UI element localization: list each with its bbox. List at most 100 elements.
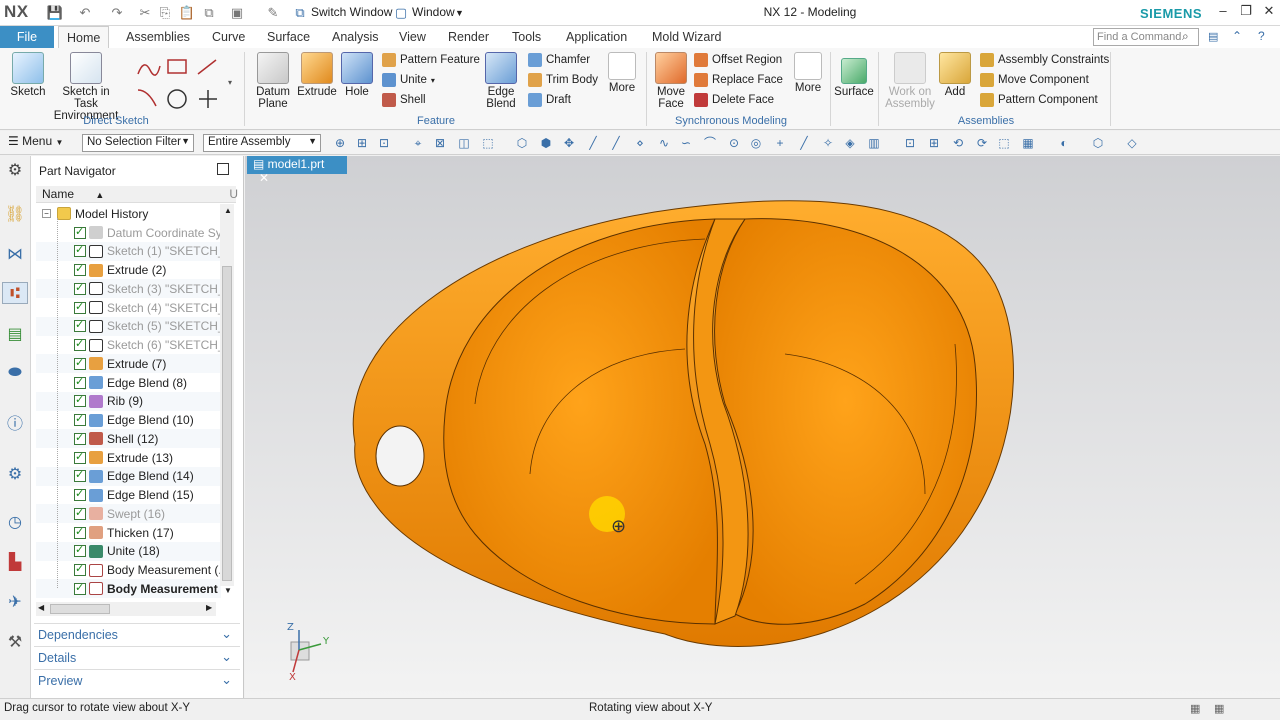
tree-item[interactable]: Extrude (7) bbox=[36, 354, 221, 374]
scroll-right-icon[interactable]: ▶ bbox=[206, 603, 212, 612]
menu-button[interactable]: ☰ Menu ▼ bbox=[8, 134, 63, 148]
touch-mode-icon[interactable]: ✎ bbox=[264, 4, 282, 22]
datum-plane-button[interactable]: Datum Plane bbox=[250, 48, 296, 110]
model-view[interactable]: ⊕ Z Y X bbox=[245, 174, 1280, 698]
solid-body-select-icon[interactable]: ⬢ bbox=[538, 135, 554, 151]
graphics-window[interactable]: ▤ model1.prt ✕ ⊕ Z Y X bbox=[245, 156, 1280, 698]
preview-panel[interactable]: Preview ⌄ bbox=[34, 669, 240, 691]
column-name[interactable]: Name bbox=[42, 187, 74, 201]
layer-icon[interactable]: ▥ bbox=[866, 135, 882, 151]
reuse-library-icon[interactable]: ▤ bbox=[4, 324, 26, 346]
history-icon[interactable]: ⚙ bbox=[4, 464, 26, 486]
visibility-checkbox[interactable] bbox=[74, 393, 86, 408]
tree-item[interactable]: Sketch (3) "SKETCH_0... bbox=[36, 279, 221, 299]
tree-item[interactable]: Sketch (6) "SKETCH_0... bbox=[36, 336, 221, 355]
feature-more-button[interactable]: More bbox=[604, 48, 640, 94]
show-hide-icon[interactable]: ◈ bbox=[842, 135, 858, 151]
work-layer-icon[interactable]: ◐ bbox=[1056, 135, 1072, 151]
hd3d-tools-icon[interactable]: ⬬ bbox=[4, 362, 26, 384]
details-panel[interactable]: Details ⌄ bbox=[34, 646, 240, 668]
selection-filter-dropdown[interactable]: No Selection Filter ▼ bbox=[82, 134, 194, 152]
assembly-navigator-icon[interactable]: ⛓ bbox=[4, 204, 26, 226]
offset-region-button[interactable]: Offset Region bbox=[694, 53, 782, 67]
cut-icon[interactable]: ✂ bbox=[136, 4, 154, 22]
pan-view-icon[interactable]: ⟳ bbox=[974, 135, 990, 151]
visibility-checkbox[interactable] bbox=[74, 525, 86, 539]
endpoint-icon[interactable]: ╱ bbox=[796, 135, 812, 151]
tree-item[interactable]: Sketch (5) "SKETCH_0... bbox=[36, 316, 221, 336]
tree-item[interactable]: Sketch (4) "SKETCH_0... bbox=[36, 298, 221, 317]
save-icon[interactable]: 💾 bbox=[46, 4, 64, 22]
tree-item[interactable]: Edge Blend (14) bbox=[36, 466, 221, 486]
curve-select-icon[interactable]: ╱ bbox=[585, 135, 601, 151]
collapse-icon[interactable]: − bbox=[42, 209, 51, 218]
tab-render[interactable]: Render bbox=[440, 26, 497, 48]
extrude-button[interactable]: Extrude bbox=[296, 48, 338, 98]
tab-curve[interactable]: Curve bbox=[204, 26, 253, 48]
unite-caret-icon[interactable]: ▾ bbox=[431, 76, 435, 85]
roles-icon[interactable]: ⚒ bbox=[4, 632, 26, 654]
assembly-constraints-button[interactable]: Assembly Constraints bbox=[980, 53, 1109, 67]
tree-item[interactable]: Extrude (2) bbox=[36, 261, 221, 280]
edge-blend-button[interactable]: Edge Blend bbox=[480, 48, 522, 110]
visibility-checkbox[interactable] bbox=[74, 450, 86, 464]
curve-gallery-scroll-icon[interactable]: ▾ bbox=[228, 78, 232, 87]
hole-button[interactable]: Hole bbox=[340, 48, 374, 98]
tab-home[interactable]: Home bbox=[58, 26, 110, 48]
visibility-checkbox[interactable] bbox=[74, 225, 86, 239]
tree-item[interactable]: Extrude (13) bbox=[36, 448, 221, 467]
trim-body-button[interactable]: Trim Body bbox=[528, 73, 598, 87]
redo-icon[interactable]: ↷ bbox=[108, 4, 126, 22]
scroll-up-icon[interactable]: ▲ bbox=[224, 206, 232, 215]
status-grid-icon[interactable]: ▦ bbox=[1190, 702, 1200, 715]
visibility-checkbox[interactable] bbox=[74, 431, 86, 445]
web-browser-icon[interactable]: ⓘ bbox=[4, 414, 26, 436]
tangent-icon[interactable]: ∽ bbox=[678, 135, 694, 151]
visibility-checkbox[interactable] bbox=[74, 356, 86, 370]
arc-center-icon[interactable]: ⌒ bbox=[702, 135, 718, 151]
move-face-button[interactable]: Move Face bbox=[652, 48, 690, 110]
clock-icon[interactable]: ◷ bbox=[4, 512, 26, 534]
window-menu[interactable]: Window bbox=[412, 5, 455, 19]
chamfer-button[interactable]: Chamfer bbox=[528, 53, 590, 67]
tab-file[interactable]: File bbox=[0, 26, 54, 48]
paste-icon[interactable]: 📋 bbox=[178, 4, 196, 22]
rotate-view-icon[interactable]: ⟲ bbox=[950, 135, 966, 151]
move-component-button[interactable]: Move Component bbox=[980, 73, 1089, 87]
status-layout-icon[interactable]: ▦ bbox=[1214, 702, 1224, 715]
visualization-icon[interactable]: ◇ bbox=[1124, 135, 1140, 151]
close-button[interactable]: ✕ bbox=[1258, 3, 1280, 21]
visibility-checkbox[interactable] bbox=[74, 543, 86, 558]
rendering-style-icon[interactable]: ▦ bbox=[1020, 135, 1036, 151]
tree-item[interactable]: Edge Blend (8) bbox=[36, 373, 221, 392]
tree-item[interactable]: Body Measurement (... bbox=[36, 561, 221, 580]
select-all-icon[interactable]: ⊞ bbox=[354, 135, 370, 151]
visibility-checkbox[interactable] bbox=[74, 487, 86, 501]
tab-tools[interactable]: Tools bbox=[504, 26, 549, 48]
visibility-checkbox[interactable] bbox=[74, 281, 86, 295]
selection-scope-dropdown[interactable]: Entire Assembly ▼ bbox=[203, 134, 321, 152]
tree-item[interactable]: Shell (12) bbox=[36, 429, 221, 449]
scroll-left-icon[interactable]: ◀ bbox=[38, 603, 44, 612]
help-icon[interactable]: ? bbox=[1258, 29, 1274, 45]
ribbon-options-icon[interactable]: ▤ bbox=[1208, 30, 1224, 44]
pattern-component-button[interactable]: Pattern Component bbox=[980, 93, 1098, 107]
system-materials-icon[interactable]: ▙ bbox=[4, 552, 26, 574]
add-component-button[interactable]: Add bbox=[938, 48, 972, 98]
replace-face-button[interactable]: Replace Face bbox=[694, 73, 783, 87]
work-on-assembly-button[interactable]: Work on Assembly bbox=[884, 48, 936, 110]
scroll-down-icon[interactable]: ▼ bbox=[224, 586, 232, 595]
navigator-scroll-thumb[interactable] bbox=[222, 266, 232, 581]
navigator-horizontal-scrollbar[interactable]: ◀ ▶ bbox=[36, 602, 216, 616]
fit-view-icon[interactable]: ⊡ bbox=[902, 135, 918, 151]
visibility-checkbox[interactable] bbox=[74, 375, 86, 389]
snap-settings-icon[interactable]: ⊡ bbox=[376, 135, 392, 151]
snap-point-icon[interactable]: ✥ bbox=[561, 135, 577, 151]
tree-item[interactable]: Unite (18) bbox=[36, 541, 221, 561]
maximize-panel-icon[interactable] bbox=[217, 163, 229, 175]
tree-item[interactable]: Datum Coordinate Sy... bbox=[36, 223, 221, 242]
zoom-icon[interactable]: ⊞ bbox=[926, 135, 942, 151]
surface-button[interactable]: Surface bbox=[834, 54, 874, 98]
unite-button[interactable]: Unite ▾ bbox=[382, 73, 435, 87]
visibility-checkbox[interactable] bbox=[74, 506, 86, 520]
